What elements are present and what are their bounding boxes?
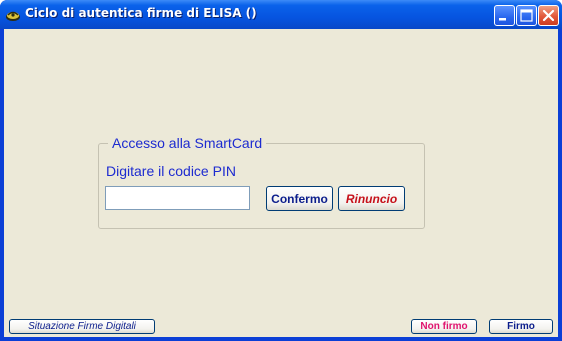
close-icon [542, 9, 555, 22]
dialog-client-area: Accesso alla SmartCard Digitare il codic… [4, 29, 558, 337]
maximize-button[interactable] [516, 5, 537, 26]
confirm-button[interactable]: Confermo [266, 186, 333, 211]
sign-button[interactable]: Firmo [489, 319, 553, 334]
app-window: Ciclo di autentica firme di ELISA () Acc… [0, 0, 562, 341]
digital-signatures-status-button[interactable]: Situazione Firme Digitali [9, 319, 155, 334]
close-button[interactable] [538, 5, 559, 26]
app-icon [5, 7, 21, 21]
do-not-sign-button[interactable]: Non firmo [411, 319, 477, 334]
window-title: Ciclo di autentica firme di ELISA () [25, 6, 257, 20]
cancel-button[interactable]: Rinuncio [338, 186, 405, 211]
title-bar[interactable]: Ciclo di autentica firme di ELISA () [0, 0, 562, 29]
pin-label: Digitare il codice PIN [106, 163, 236, 179]
maximize-icon [520, 9, 533, 22]
smartcard-group-title: Accesso alla SmartCard [108, 135, 267, 151]
minimize-button[interactable] [494, 5, 515, 26]
pin-input[interactable] [105, 186, 250, 210]
minimize-icon [499, 18, 506, 21]
